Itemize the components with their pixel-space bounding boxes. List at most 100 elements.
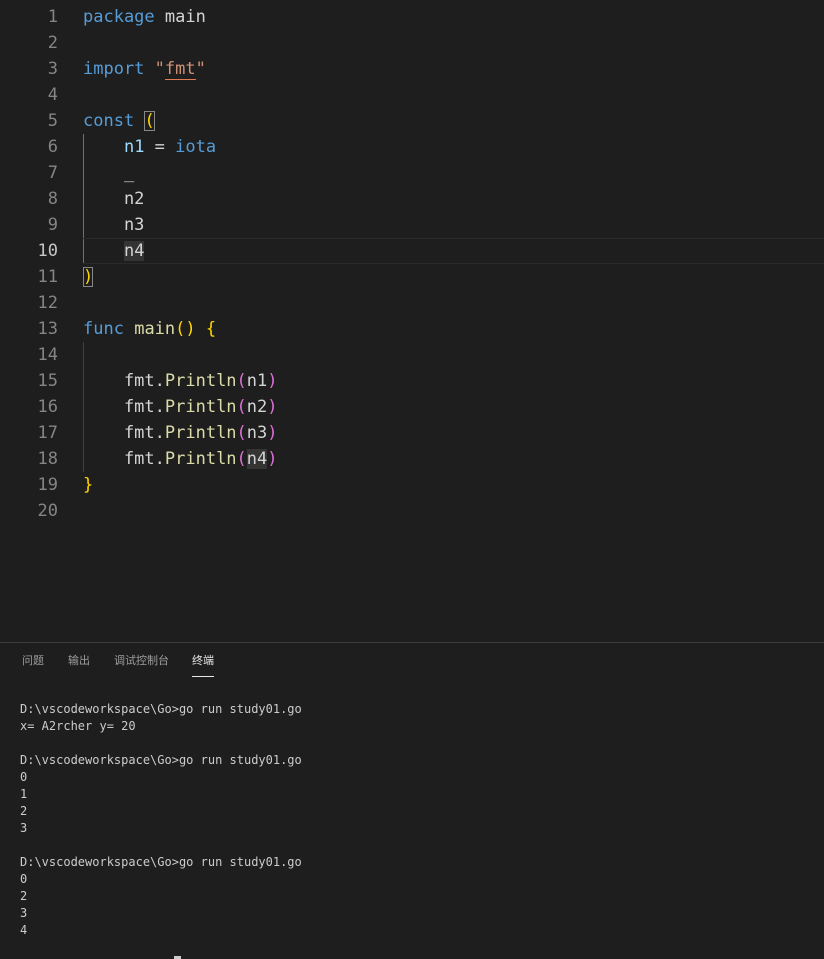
line-code: func main() {	[83, 316, 216, 342]
line-number: 2	[47, 33, 58, 53]
terminal-line: D:\vscodeworkspace\Go>go run study01.go	[20, 753, 302, 767]
line-number: 7	[47, 163, 58, 183]
code-line[interactable]: 15 fmt.Println(n1)	[0, 368, 824, 394]
code-token: n2	[83, 189, 145, 209]
terminal-line: 3	[20, 821, 28, 835]
line-number: 6	[47, 137, 58, 157]
code-line[interactable]: 9 n3	[0, 212, 824, 238]
line-number: 4	[47, 85, 58, 105]
code-token: (	[236, 423, 247, 443]
code-line[interactable]: 20	[0, 498, 824, 524]
line-number: 1	[47, 7, 58, 27]
vscode-window: 1 package main 2 3 import "fmt" 4 5 const (6 n1…	[0, 0, 824, 959]
line-number: 13	[37, 319, 58, 339]
line-code: n2	[83, 186, 144, 212]
line-code: n4	[83, 238, 145, 264]
code-line[interactable]: 3 import "fmt"	[0, 56, 824, 82]
terminal-line: 1	[20, 787, 28, 801]
code-line[interactable]: 19}	[0, 472, 824, 498]
code-token: =	[144, 137, 176, 157]
tab-problems[interactable]: 问题	[22, 643, 44, 679]
code-line[interactable]: 18 fmt.Println(n4)	[0, 446, 824, 472]
code-token: n3	[83, 215, 145, 235]
code-token: fmt.	[83, 449, 165, 469]
line-number: 9	[47, 215, 58, 235]
code-token: fmt.	[83, 423, 165, 443]
line-code: const (	[83, 108, 155, 134]
bottom-panel: 问题 输出 调试控制台 终端 D:\vscodeworkspace\Go>go run…	[0, 642, 824, 959]
code-token: (	[144, 111, 155, 131]
code-line[interactable]: 14	[0, 342, 824, 368]
line-number: 19	[37, 475, 58, 495]
code-token: package	[83, 7, 155, 27]
code-token: fmt	[164, 59, 196, 80]
tab-output[interactable]: 输出	[68, 643, 90, 679]
code-line[interactable]: 6 n1 = iota	[0, 134, 824, 160]
line-number: 17	[37, 423, 58, 443]
line-code: n3	[83, 212, 144, 238]
terminal-output[interactable]: D:\vscodeworkspace\Go>go run study01.go x…	[20, 701, 810, 939]
code-line[interactable]: 7 _	[0, 160, 824, 186]
code-token: iota	[175, 137, 217, 157]
code-token: n1	[246, 371, 268, 391]
terminal-line: 0	[20, 770, 28, 784]
code-token: ()	[175, 319, 196, 339]
code-token: }	[83, 475, 94, 495]
code-line[interactable]: 5 const (	[0, 108, 824, 134]
line-number: 20	[37, 501, 58, 521]
line-code: }	[83, 472, 93, 498]
code-line[interactable]: 17 fmt.Println(n3)	[0, 420, 824, 446]
line-number: 11	[37, 267, 58, 287]
terminal-line: 2	[20, 804, 28, 818]
line-code: import "fmt"	[83, 56, 206, 82]
code-line[interactable]: 16 fmt.Println(n2)	[0, 394, 824, 420]
code-token: const	[83, 111, 135, 131]
tab-debug-console[interactable]: 调试控制台	[114, 643, 169, 679]
code-token: "	[154, 59, 165, 79]
code-token: n4	[123, 241, 145, 261]
code-line[interactable]: 1 package main	[0, 4, 824, 30]
code-token: (	[236, 449, 247, 469]
terminal-line: D:\vscodeworkspace\Go>go run study01.go	[20, 855, 302, 869]
code-token: import	[83, 59, 145, 79]
code-token: n3	[246, 423, 268, 443]
code-token: (	[236, 397, 247, 417]
code-token: fmt.	[83, 397, 165, 417]
code-line[interactable]: 8 n2	[0, 186, 824, 212]
line-number: 18	[37, 449, 58, 469]
code-line[interactable]: 4	[0, 82, 824, 108]
line-code: n1 = iota	[83, 134, 216, 160]
code-token: Println	[164, 371, 237, 391]
code-editor[interactable]: 1 package main 2 3 import "fmt" 4 5 const (6 n1…	[0, 0, 824, 642]
line-code: fmt.Println(n2)	[83, 394, 278, 420]
code-token: (	[236, 371, 247, 391]
line-number: 12	[37, 293, 58, 313]
code-token: main	[134, 319, 176, 339]
tab-terminal[interactable]: 终端	[192, 643, 214, 679]
code-token: )	[267, 371, 278, 391]
terminal-line: D:\vscodeworkspace\Go>go run study01.go	[20, 702, 302, 716]
code-line[interactable]: 12	[0, 290, 824, 316]
line-code: package main	[83, 4, 206, 30]
line-number: 15	[37, 371, 58, 391]
line-number: 3	[47, 59, 58, 79]
code-line[interactable]: 10 n4	[0, 238, 824, 264]
code-token: n1	[123, 137, 145, 157]
code-line[interactable]: 2	[0, 30, 824, 56]
code-token: )	[83, 267, 94, 287]
line-code: )	[83, 264, 94, 290]
code-line[interactable]: 13 func main() {	[0, 316, 824, 342]
code-token: n4	[246, 449, 268, 469]
line-code: fmt.Println(n3)	[83, 420, 278, 446]
terminal-line: 2	[20, 889, 28, 903]
code-token: fmt.	[83, 371, 165, 391]
code-line[interactable]: 11)	[0, 264, 824, 290]
